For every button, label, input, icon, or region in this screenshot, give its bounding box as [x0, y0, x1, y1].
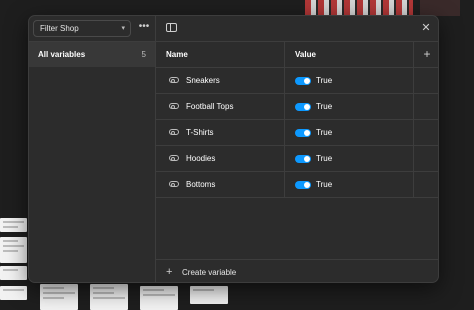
- plus-icon: +: [166, 266, 173, 278]
- table-header: Name Value +: [156, 42, 438, 68]
- variables-table-area: ✕ Name Value + Sneakers True Football To…: [156, 16, 438, 282]
- sidebar-header: Filter Shop ▾ •••: [29, 16, 155, 42]
- more-options-icon[interactable]: •••: [137, 21, 151, 35]
- table-row[interactable]: Sneakers True: [156, 68, 438, 94]
- canvas-frame: [0, 266, 27, 280]
- variable-name[interactable]: Hoodies: [186, 154, 215, 163]
- create-variable-button[interactable]: + Create variable: [164, 264, 264, 280]
- canvas-frame: [90, 284, 128, 310]
- variable-value[interactable]: True: [316, 128, 332, 137]
- canvas-frame: [140, 286, 178, 310]
- table-row[interactable]: Bottoms True: [156, 172, 438, 198]
- sidebar-item-all-variables[interactable]: All variables 5: [29, 42, 155, 67]
- variable-name[interactable]: Sneakers: [186, 76, 220, 85]
- group-count: 5: [141, 50, 146, 59]
- value-toggle[interactable]: [295, 155, 311, 163]
- variable-value[interactable]: True: [316, 180, 332, 189]
- variable-name[interactable]: Football Tops: [186, 102, 233, 111]
- canvas-image: [305, 0, 413, 16]
- sidebar-toggle-icon[interactable]: [166, 23, 177, 32]
- create-variable-label: Create variable: [182, 268, 237, 277]
- canvas-image: [420, 0, 460, 16]
- table-row[interactable]: T-Shirts True: [156, 120, 438, 146]
- variable-name[interactable]: Bottoms: [186, 180, 215, 189]
- variable-value[interactable]: True: [316, 102, 332, 111]
- variables-table: Name Value + Sneakers True Football Tops: [156, 42, 438, 198]
- collection-name: Filter Shop: [40, 24, 79, 33]
- boolean-variable-icon: [169, 103, 179, 109]
- table-row[interactable]: Hoodies True: [156, 146, 438, 172]
- panel-footer: + Create variable: [156, 259, 438, 282]
- value-toggle[interactable]: [295, 181, 311, 189]
- canvas-frame: [0, 286, 27, 300]
- variable-value[interactable]: True: [316, 154, 332, 163]
- value-toggle[interactable]: [295, 103, 311, 111]
- boolean-variable-icon: [169, 181, 179, 187]
- variable-name[interactable]: T-Shirts: [186, 128, 214, 137]
- variable-value[interactable]: True: [316, 76, 332, 85]
- collections-sidebar: Filter Shop ▾ ••• All variables 5: [29, 16, 156, 282]
- group-label: All variables: [38, 50, 86, 59]
- panel-toolbar: ✕: [156, 16, 438, 42]
- canvas-frame: [0, 237, 27, 263]
- value-toggle[interactable]: [295, 129, 311, 137]
- canvas-frame: [40, 284, 78, 310]
- add-mode-plus-icon[interactable]: +: [419, 45, 435, 63]
- chevron-down-icon: ▾: [121, 25, 125, 32]
- collection-dropdown[interactable]: Filter Shop ▾: [33, 20, 131, 37]
- boolean-variable-icon: [169, 129, 179, 135]
- value-toggle[interactable]: [295, 77, 311, 85]
- column-header-value: Value: [295, 50, 316, 59]
- boolean-variable-icon: [169, 77, 179, 83]
- column-header-name: Name: [166, 50, 188, 59]
- table-row[interactable]: Football Tops True: [156, 94, 438, 120]
- design-canvas: Filter Shop ▾ ••• All variables 5 ✕ Name…: [0, 0, 474, 310]
- variables-panel: Filter Shop ▾ ••• All variables 5 ✕ Name…: [28, 15, 439, 283]
- canvas-frame: [190, 286, 228, 304]
- canvas-frame: [0, 218, 27, 232]
- boolean-variable-icon: [169, 155, 179, 161]
- close-icon[interactable]: ✕: [419, 21, 433, 35]
